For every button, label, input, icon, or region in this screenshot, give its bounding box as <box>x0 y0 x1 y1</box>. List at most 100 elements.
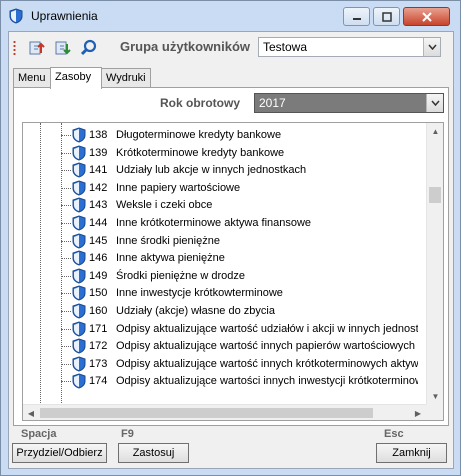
search-icon <box>80 39 97 56</box>
chevron-down-icon[interactable] <box>426 94 443 112</box>
tree-item-name: Odpisy aktualizujące wartość innych krót… <box>116 357 418 370</box>
group-label: Grupa użytkowników <box>120 39 251 54</box>
minimize-button[interactable] <box>343 7 370 26</box>
tree-item[interactable]: 143 Weksle i czeki obce <box>23 197 418 214</box>
tree-item-name: Inne aktywa pieniężne <box>116 252 225 265</box>
close-icon <box>421 11 432 22</box>
tree-item[interactable]: 145 Inne środki pieniężne <box>23 233 418 250</box>
scroll-up-icon[interactable]: ▲ <box>427 123 443 140</box>
title-bar[interactable]: Uprawnienia <box>1 1 460 31</box>
hint-spacja: Spacja <box>21 428 57 440</box>
przydziel-odbierz-button[interactable]: Przydziel/Odbierz <box>12 443 107 463</box>
tree-item[interactable]: 150 Inne inwestycje krótkowterminowe <box>23 285 418 302</box>
shield-icon <box>8 8 24 24</box>
shield-icon <box>71 373 87 390</box>
tree-connector <box>61 170 71 172</box>
tree-item-name: Środki pieniężne w drodze <box>116 269 246 282</box>
assign-down-icon <box>55 41 71 55</box>
tree-item[interactable]: 139 Krótkoterminowe kredyty bankowe <box>23 145 418 162</box>
tree-item-number: 171 <box>89 322 108 335</box>
tree-item-number: 143 <box>89 199 108 212</box>
close-button[interactable] <box>403 7 450 26</box>
chevron-down-icon[interactable] <box>423 38 440 56</box>
tree-item[interactable]: 142 Inne papiery wartościowe <box>23 180 418 197</box>
tree-item-number: 142 <box>89 181 108 194</box>
zastosuj-button[interactable]: Zastosuj <box>118 443 189 463</box>
tree-connector <box>61 240 71 242</box>
tree-item[interactable]: 173 Odpisy aktualizujące wartość innych k… <box>23 356 418 373</box>
shield-icon <box>71 285 87 302</box>
hint-esc: Esc <box>384 428 404 440</box>
assign-down-button[interactable] <box>53 38 73 58</box>
tree-item[interactable]: 174 Odpisy aktualizujące wartości innych … <box>23 373 418 390</box>
tree-item-number: 160 <box>89 305 108 317</box>
vertical-scrollbar[interactable]: ▲ ▼ <box>426 123 443 405</box>
przydziel-odbierz-label: Przydziel/Odbierz <box>16 447 103 459</box>
scroll-corner <box>426 404 443 420</box>
shield-icon <box>71 197 87 214</box>
minimize-icon <box>352 17 361 20</box>
shield-icon <box>71 162 87 179</box>
rok-select[interactable]: 2017 <box>254 93 444 113</box>
tree-item[interactable]: 172 Odpisy aktualizujące wartość innych p… <box>23 338 418 355</box>
tab-zasoby-label: Zasoby <box>55 71 92 83</box>
tree-item-number: 174 <box>89 375 108 388</box>
tree-item[interactable]: 160 Udziały (akcje) własne do zbycia <box>23 303 418 320</box>
tree-item-name: Inne środki pieniężne <box>116 234 220 247</box>
tree-connector <box>61 363 71 365</box>
tree-item-number: 172 <box>89 340 108 353</box>
tree-item-number: 141 <box>89 164 108 177</box>
tab-zasoby[interactable]: Zasoby <box>50 67 102 89</box>
tree-connector <box>61 346 71 348</box>
group-select[interactable]: Testowa <box>258 37 441 57</box>
scroll-thumb[interactable] <box>429 187 441 203</box>
scroll-right-icon[interactable]: ▶ <box>410 405 426 420</box>
tree-item-number: 149 <box>89 269 108 282</box>
tree-item[interactable]: 149 Środki pieniężne w drodze <box>23 268 418 285</box>
shield-icon <box>71 268 87 285</box>
tree-connector <box>61 187 71 189</box>
rok-label: Rok obrotowy <box>160 96 240 110</box>
tree-connector <box>61 328 71 330</box>
resource-tree[interactable]: 138 Długoterminowe kredyty bankowe 139 Krót… <box>22 122 444 421</box>
tree-connector <box>61 293 71 295</box>
assign-up-button[interactable] <box>27 38 47 58</box>
tree-item-name: Inne papiery wartościowe <box>116 181 241 194</box>
shield-icon <box>71 233 87 250</box>
shield-icon <box>71 250 87 267</box>
toolbar-grip[interactable] <box>13 40 16 56</box>
tree-item-number: 173 <box>89 357 108 370</box>
tab-wydruki[interactable]: Wydruki <box>101 68 151 88</box>
zamknij-button[interactable]: Zamknij <box>376 443 447 463</box>
rok-select-value: 2017 <box>259 96 286 110</box>
tree-item[interactable]: 146 Inne aktywa pieniężne <box>23 250 418 267</box>
tab-menu[interactable]: Menu <box>13 68 51 88</box>
horizontal-scrollbar[interactable]: ◀ ▶ <box>23 404 426 420</box>
tree-connector <box>61 275 71 277</box>
tree-item-number: 150 <box>89 287 108 300</box>
tree-item-number: 138 <box>89 129 108 141</box>
tree-item-number: 145 <box>89 234 108 247</box>
tree-connector <box>61 258 71 260</box>
maximize-button[interactable] <box>373 7 400 26</box>
app-window: Uprawnienia Grupa użytkowników Testowa M… <box>0 0 461 476</box>
tree-connector <box>61 135 71 136</box>
tab-wydruki-label: Wydruki <box>106 72 146 84</box>
zastosuj-label: Zastosuj <box>132 447 175 459</box>
tree-connector <box>61 311 71 312</box>
dialog-body: Grupa użytkowników Testowa Menu Zasoby W… <box>8 31 454 469</box>
shield-icon <box>71 356 87 373</box>
tree-item-name: Krótkoterminowe kredyty bankowe <box>116 146 285 159</box>
search-button[interactable] <box>79 38 99 58</box>
scroll-down-icon[interactable]: ▼ <box>427 388 443 405</box>
tree-item[interactable]: 144 Inne krótkoterminowe aktywa finansowe <box>23 215 418 232</box>
tree-item[interactable]: 141 Udziały lub akcje w innych jednostkac… <box>23 162 418 179</box>
tree-item[interactable]: 138 Długoterminowe kredyty bankowe <box>23 127 418 144</box>
group-select-value: Testowa <box>263 40 308 54</box>
shield-icon <box>71 127 87 144</box>
shield-icon <box>71 321 87 338</box>
scroll-thumb[interactable] <box>40 408 373 418</box>
tree-item[interactable]: 171 Odpisy aktualizujące wartość udziałów… <box>23 321 418 338</box>
tree-item-name: Odpisy aktualizujące wartość innych papi… <box>116 340 415 353</box>
scroll-left-icon[interactable]: ◀ <box>23 405 39 420</box>
